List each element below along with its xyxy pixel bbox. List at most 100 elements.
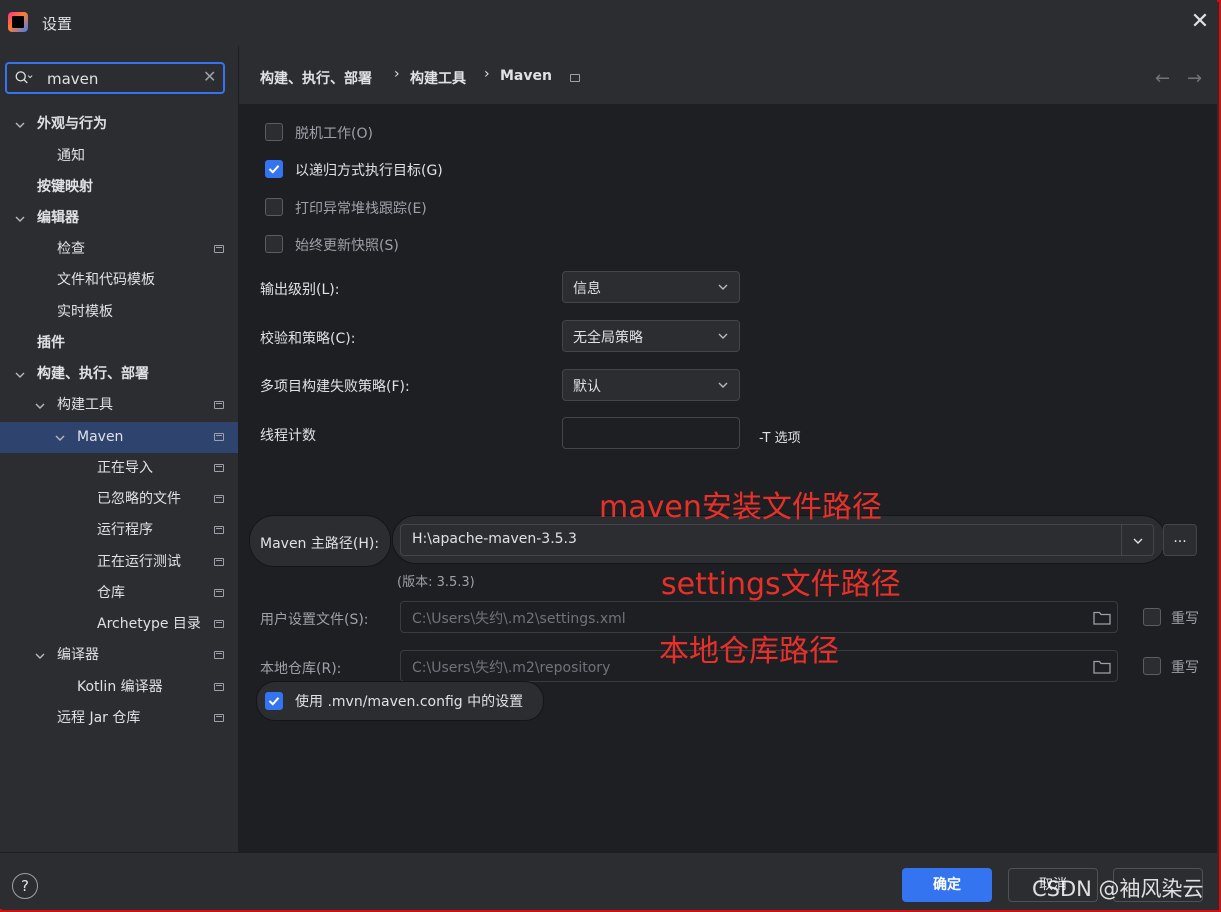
chevron-down-icon[interactable] <box>33 390 47 421</box>
tree-item-archetype[interactable]: Archetype 目录 <box>0 609 238 640</box>
chevron-down-icon[interactable] <box>53 422 67 453</box>
maven-home-label: Maven 主路径(H): <box>260 536 380 552</box>
annotation-maven-path: maven安装文件路径 <box>599 490 882 525</box>
project-scope-icon <box>214 558 224 566</box>
tree-item-inspections[interactable]: 检查 <box>0 234 238 265</box>
chevron-down-icon[interactable] <box>13 203 27 234</box>
tree-item-editor[interactable]: 编辑器 <box>0 203 238 234</box>
checksum-value: 无全局策略 <box>573 330 643 346</box>
maven-settings-panel: 脱机工作(O) 以递归方式执行目标(G) 打印异常堆栈跟踪(E) 始终更新快照(… <box>239 104 1217 852</box>
always-update-checkbox[interactable] <box>265 235 283 253</box>
use-mvn-config-label: 使用 .mvn/maven.config 中的设置 <box>295 694 524 710</box>
chevron-down-icon[interactable] <box>33 640 47 671</box>
search-input[interactable] <box>45 67 199 91</box>
breadcrumb-separator: › <box>394 66 400 82</box>
chevron-down-icon <box>718 284 728 290</box>
project-scope-icon <box>214 495 224 503</box>
tree-item-repositories[interactable]: 仓库 <box>0 578 238 609</box>
browse-button[interactable]: ... <box>1163 524 1197 556</box>
back-arrow-icon[interactable]: ← <box>1155 68 1170 89</box>
tree-label: Kotlin 编译器 <box>77 679 163 695</box>
use-mvn-config-checkbox[interactable] <box>265 692 283 710</box>
tree-label: Maven <box>77 429 124 445</box>
output-level-value: 信息 <box>573 281 601 297</box>
tree-label: 远程 Jar 仓库 <box>57 710 141 726</box>
chevron-down-icon <box>718 333 728 339</box>
tree-item-plugins[interactable]: 插件 <box>0 328 238 359</box>
offline-checkbox[interactable] <box>265 123 283 141</box>
override-repo-label: 重写 <box>1171 660 1199 676</box>
offline-label: 脱机工作(O) <box>295 126 373 142</box>
tree-item-running-tests[interactable]: 正在运行测试 <box>0 547 238 578</box>
project-scope-icon <box>214 526 224 534</box>
thread-count-input[interactable] <box>562 417 740 449</box>
help-button[interactable]: ? <box>12 873 38 899</box>
tree-item-compiler[interactable]: 编译器 <box>0 640 238 671</box>
ok-button[interactable]: 确定 <box>902 868 992 902</box>
recursive-label: 以递归方式执行目标(G) <box>295 163 443 179</box>
search-box[interactable]: ✕ <box>5 62 225 94</box>
multiproject-label: 多项目构建失败策略(F): <box>260 379 410 395</box>
check-icon <box>268 697 280 706</box>
csdn-watermark: CSDN @袖风染云 <box>1032 877 1204 901</box>
chevron-down-icon[interactable] <box>13 359 27 390</box>
breadcrumb-item-current: Maven <box>500 68 552 84</box>
tree-label: 构建、执行、部署 <box>37 366 149 382</box>
tree-item-maven[interactable]: Maven <box>0 422 238 453</box>
override-settings-checkbox[interactable] <box>1143 608 1161 626</box>
breadcrumb-item[interactable]: 构建工具 <box>410 68 466 88</box>
print-stack-checkbox[interactable] <box>265 198 283 216</box>
tree-item-file-templates[interactable]: 文件和代码模板 <box>0 265 238 296</box>
tree-label: 检查 <box>57 241 85 257</box>
chevron-down-icon[interactable] <box>13 109 27 140</box>
tree-item-notifications[interactable]: 通知 <box>0 141 238 172</box>
user-settings-label: 用户设置文件(S): <box>260 612 369 628</box>
tree-item-keymap[interactable]: 按键映射 <box>0 172 238 203</box>
tree-item-build-exec-deploy[interactable]: 构建、执行、部署 <box>0 359 238 390</box>
forward-arrow-icon[interactable]: → <box>1187 68 1202 89</box>
tree-label: 通知 <box>57 148 85 164</box>
tree-item-live-templates[interactable]: 实时模板 <box>0 297 238 328</box>
project-scope-icon <box>214 245 224 253</box>
tree-item-importing[interactable]: 正在导入 <box>0 453 238 484</box>
annotation-local-repo-path: 本地仓库路径 <box>659 634 839 669</box>
folder-icon[interactable] <box>1093 610 1111 625</box>
folder-icon[interactable] <box>1093 659 1111 674</box>
settings-content: 构建、执行、部署 › 构建工具 › Maven ← → 脱机工作(O) 以递归方… <box>239 46 1217 852</box>
tree-item-remote-jar[interactable]: 远程 Jar 仓库 <box>0 703 238 734</box>
project-scope-icon <box>214 464 224 472</box>
close-icon[interactable]: ✕ <box>1188 10 1212 34</box>
tree-item-runner[interactable]: 运行程序 <box>0 515 238 546</box>
recursive-checkbox[interactable] <box>265 160 283 178</box>
tree-label: 构建工具 <box>57 397 113 413</box>
title-bar: 设置 ✕ <box>0 0 1217 46</box>
local-repo-label: 本地仓库(R): <box>260 661 342 677</box>
maven-home-combo[interactable]: H:\apache-maven-3.5.3 <box>400 524 1154 556</box>
tree-label: Archetype 目录 <box>97 616 201 632</box>
maven-home-dropdown-button[interactable] <box>1121 525 1154 555</box>
tree-item-ignored-files[interactable]: 已忽略的文件 <box>0 484 238 515</box>
breadcrumb-item[interactable]: 构建、执行、部署 <box>260 68 372 88</box>
project-scope-icon <box>214 620 224 628</box>
project-scope-icon <box>214 714 224 722</box>
tree-item-appearance[interactable]: 外观与行为 <box>0 109 238 140</box>
override-settings-label: 重写 <box>1171 611 1199 627</box>
clear-search-icon[interactable]: ✕ <box>203 67 216 86</box>
tree-label: 编辑器 <box>37 210 79 226</box>
checksum-select[interactable]: 无全局策略 <box>562 320 740 352</box>
breadcrumb-separator: › <box>484 66 490 82</box>
multiproject-select[interactable]: 默认 <box>562 369 740 401</box>
output-level-select[interactable]: 信息 <box>562 271 740 303</box>
project-scope-icon <box>214 433 224 441</box>
user-settings-value: C:\Users\失约\.m2\settings.xml <box>412 611 626 627</box>
project-scope-icon <box>214 683 224 691</box>
tree-label: 正在导入 <box>97 460 153 476</box>
tree-label: 外观与行为 <box>37 116 107 132</box>
thread-count-label: 线程计数 <box>260 428 316 444</box>
tree-item-build-tools[interactable]: 构建工具 <box>0 390 238 421</box>
tree-item-kotlin-compiler[interactable]: Kotlin 编译器 <box>0 672 238 703</box>
project-scope-icon <box>214 651 224 659</box>
override-repo-checkbox[interactable] <box>1143 657 1161 675</box>
tree-label: 按键映射 <box>37 179 93 195</box>
tree-label: 已忽略的文件 <box>97 491 181 507</box>
